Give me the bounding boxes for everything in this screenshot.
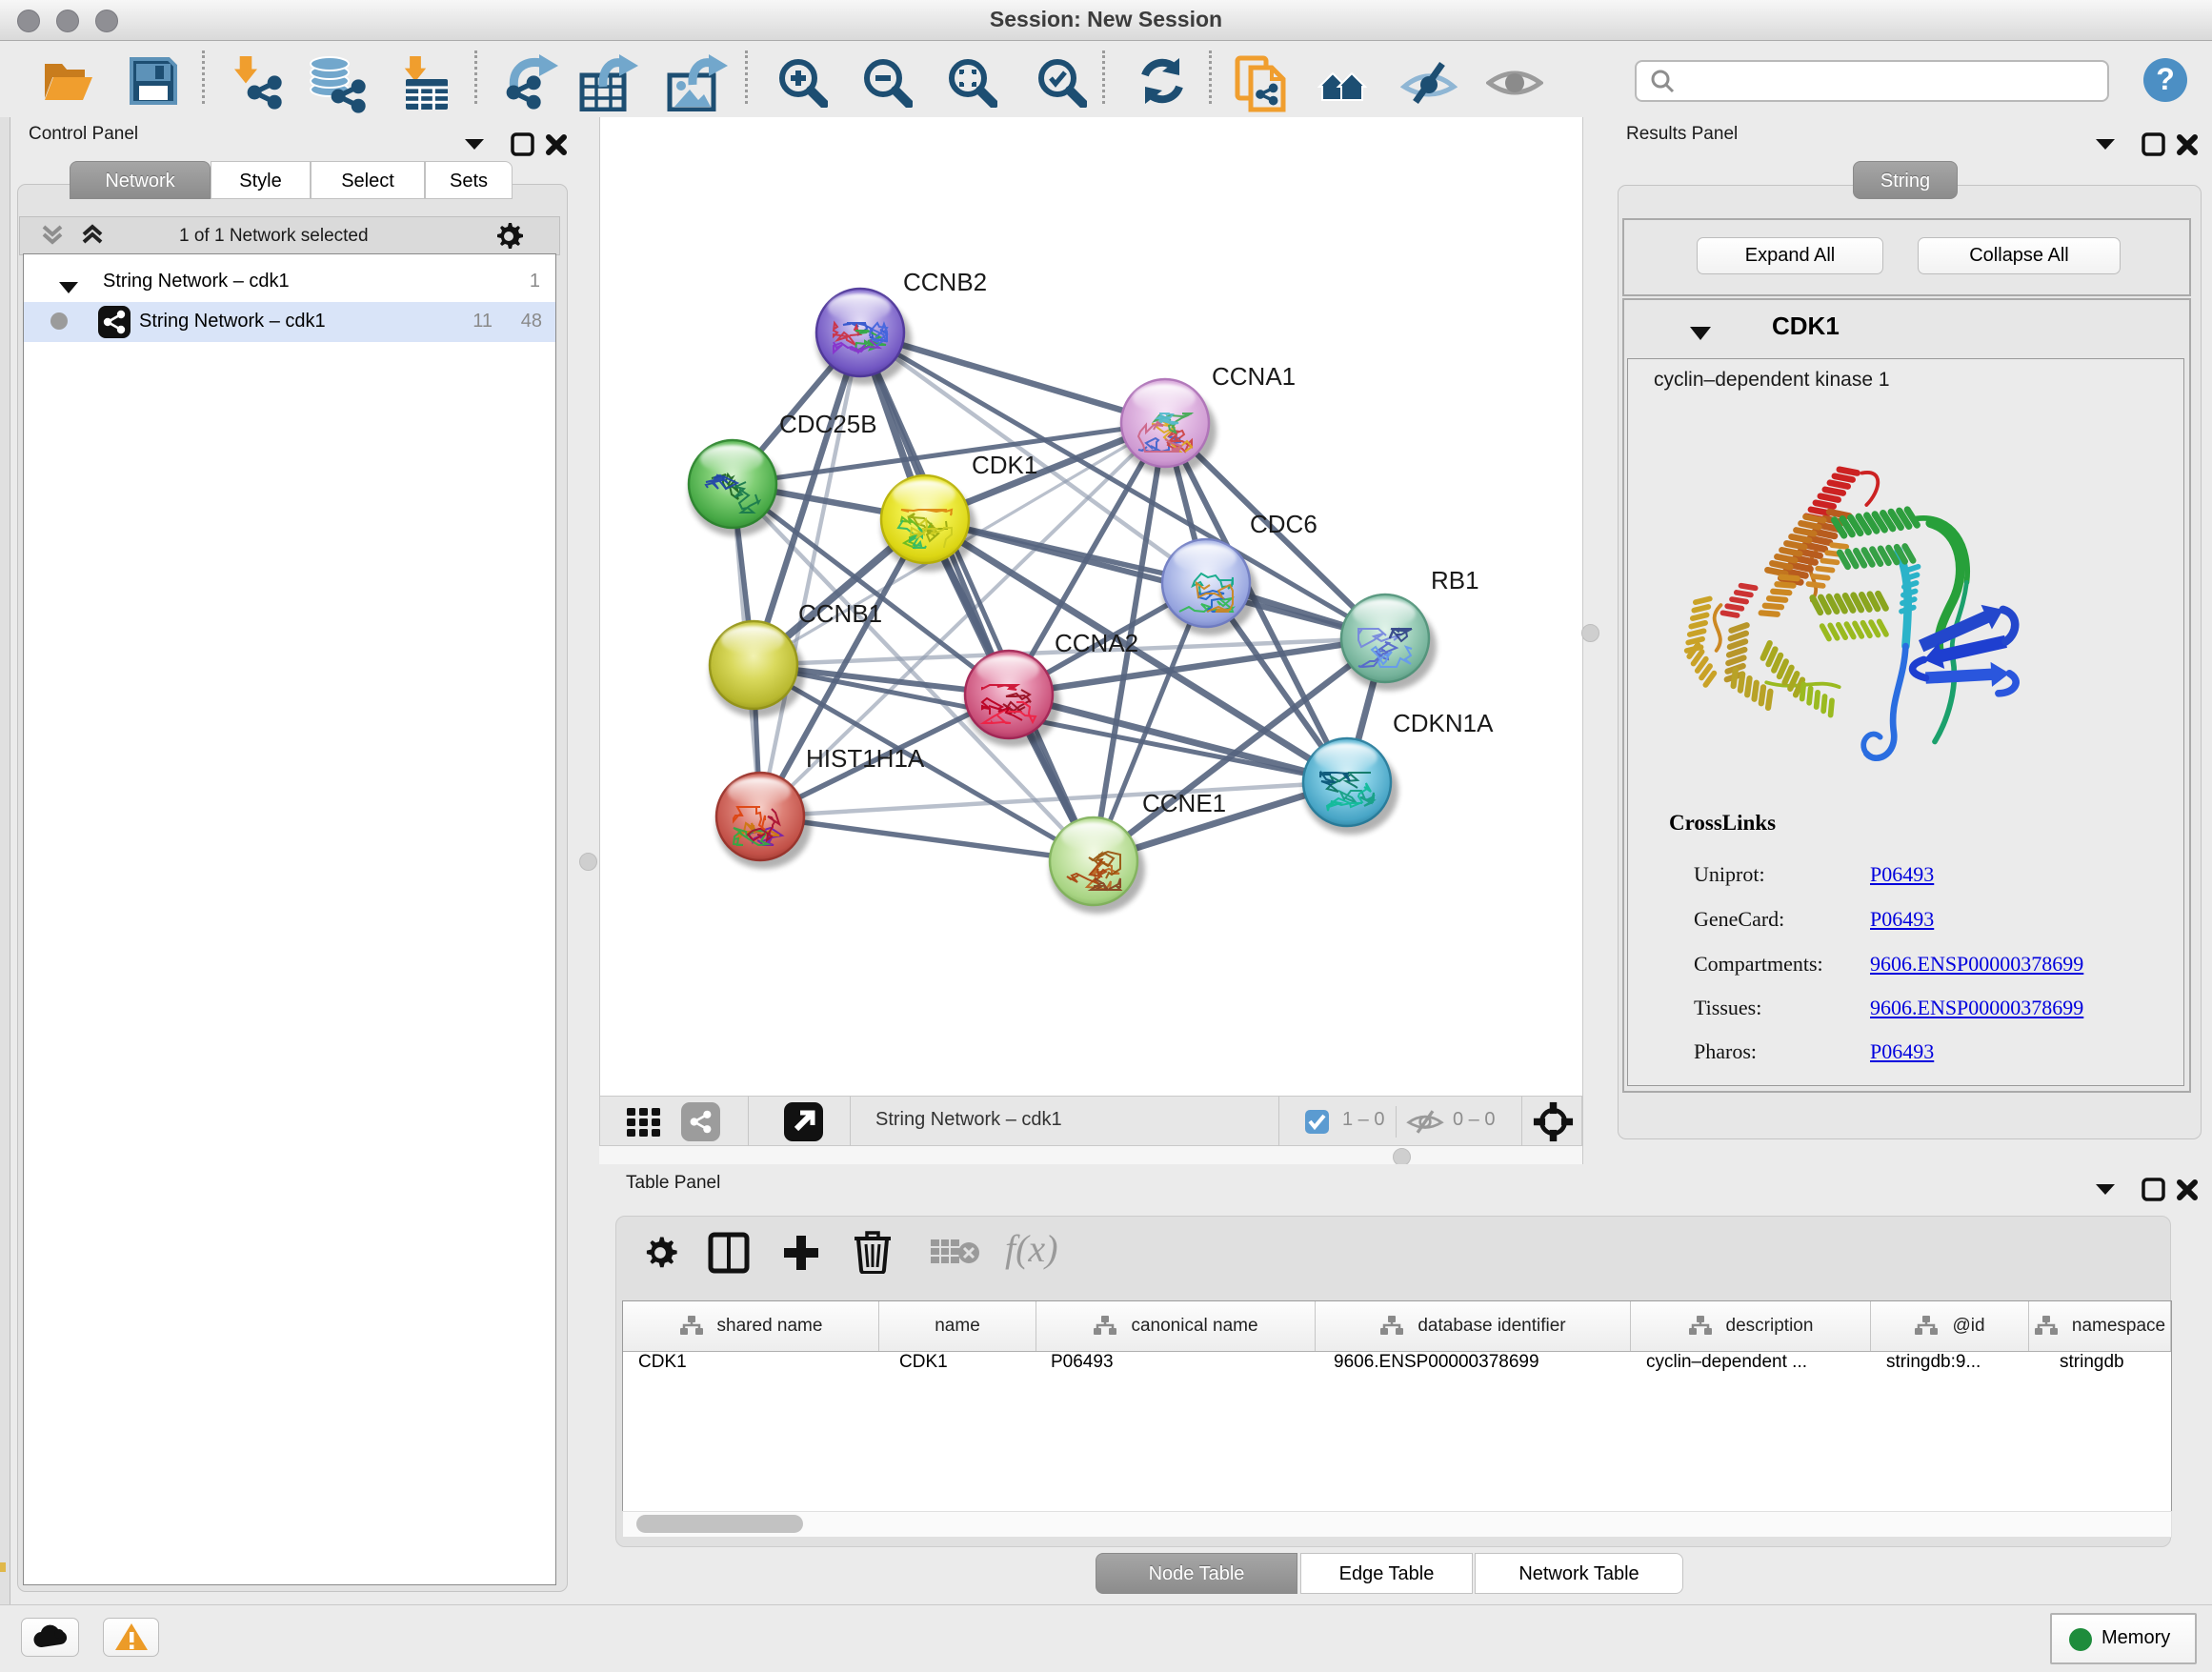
svg-text:CDC25B: CDC25B	[779, 410, 877, 438]
svg-text:CCNE1: CCNE1	[1142, 789, 1226, 817]
svg-text:RB1: RB1	[1431, 566, 1479, 594]
svg-text:CDKN1A: CDKN1A	[1393, 709, 1494, 737]
svg-text:HIST1H1A: HIST1H1A	[806, 744, 925, 773]
svg-text:CCNA1: CCNA1	[1212, 362, 1296, 391]
svg-text:?: ?	[2156, 62, 2175, 96]
svg-text:CCNA2: CCNA2	[1055, 629, 1138, 657]
svg-text:CCNB1: CCNB1	[798, 599, 882, 628]
svg-text:CDC6: CDC6	[1250, 510, 1317, 538]
svg-text:CDK1: CDK1	[972, 451, 1037, 479]
svg-text:CCNB2: CCNB2	[903, 268, 987, 296]
